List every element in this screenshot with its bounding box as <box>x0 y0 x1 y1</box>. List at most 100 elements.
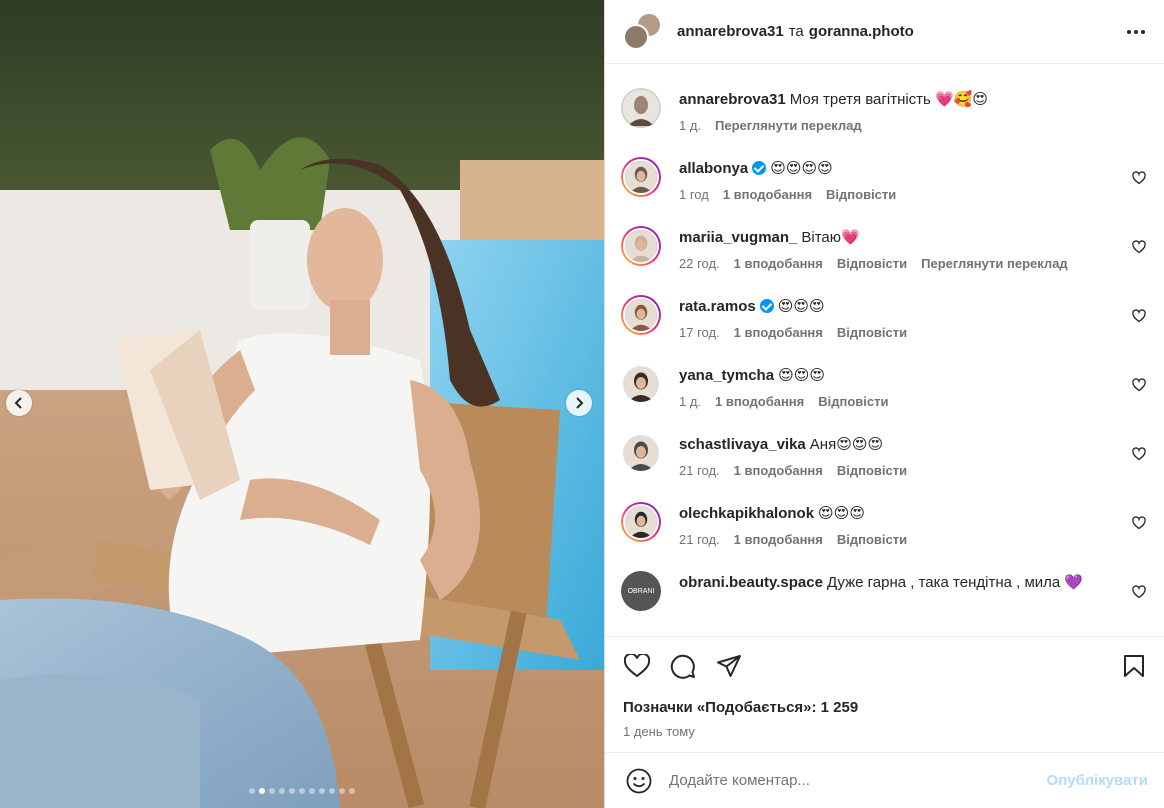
post-photo <box>0 0 604 808</box>
comment-input[interactable] <box>669 772 1037 789</box>
author-username[interactable]: annarebrova31 <box>677 23 784 40</box>
comment-likes[interactable]: 1 вподобання <box>715 394 804 409</box>
comment-likes[interactable]: 1 вподобання <box>734 532 823 547</box>
comment-like-heart-icon[interactable] <box>1132 516 1146 530</box>
comment-likes[interactable]: 1 вподобання <box>723 187 812 202</box>
verified-badge-icon <box>752 161 767 175</box>
post-dialog: annarebrova31 та goranna.photo annarebro… <box>0 0 1164 808</box>
reply-button[interactable]: Відповісти <box>837 325 907 340</box>
comment-likes[interactable]: 1 вподобання <box>734 325 823 340</box>
comment-like-heart-icon[interactable] <box>1132 447 1146 461</box>
comment-text: Вітаю💗 <box>801 229 860 246</box>
comment-like-heart-icon[interactable] <box>1132 309 1146 323</box>
comment-like-heart-icon[interactable] <box>1132 378 1146 392</box>
avatar[interactable] <box>621 433 661 473</box>
publish-comment-button[interactable]: Опублікувати <box>1047 772 1148 789</box>
comment-text: Аня😍😍😍 <box>809 436 884 453</box>
author-avatar[interactable] <box>623 23 649 50</box>
comment-like-heart-icon[interactable] <box>1132 240 1146 254</box>
comment-text: 😍😍😍😍 <box>770 160 833 177</box>
avatar[interactable] <box>621 226 661 266</box>
comment-time[interactable]: 21 год. <box>679 463 720 478</box>
reply-button[interactable]: Відповісти <box>837 532 907 547</box>
reply-button[interactable]: Відповісти <box>826 187 896 202</box>
comment-text: Дуже гарна , така тендітна , мила 💜 <box>826 574 1084 591</box>
reply-button[interactable]: Відповісти <box>837 256 907 271</box>
carousel-next-button[interactable] <box>566 390 592 416</box>
post-side-panel: annarebrova31 та goranna.photo annarebro… <box>604 0 1164 808</box>
comment-username[interactable]: rata.ramos <box>679 298 756 315</box>
avatar[interactable]: OBRANI <box>621 571 661 611</box>
collab-separator: та <box>788 23 804 40</box>
post-caption: annarebrova31 Моя третя вагітність 💗🥰😍 1 … <box>621 64 1148 133</box>
avatar[interactable] <box>621 88 661 128</box>
comment-text: 😍😍😍 <box>777 298 825 315</box>
avatar-logo: OBRANI <box>627 587 655 595</box>
like-button[interactable] <box>623 652 651 680</box>
avatar-image <box>625 299 657 331</box>
comment-username[interactable]: allabonya <box>679 160 748 177</box>
share-button[interactable] <box>715 652 743 680</box>
post-media[interactable] <box>0 0 604 808</box>
comment-text: 😍😍😍 <box>818 505 865 522</box>
carousel-dot <box>259 788 265 794</box>
save-button[interactable] <box>1120 652 1148 680</box>
verified-badge-icon <box>759 299 774 313</box>
comment-username[interactable]: olechkapikhalonok <box>679 505 814 522</box>
carousel-prev-button[interactable] <box>6 390 32 416</box>
comment-like-heart-icon[interactable] <box>1132 171 1146 185</box>
comment-time[interactable]: 21 год. <box>679 532 720 547</box>
avatar[interactable] <box>621 364 661 404</box>
reply-button[interactable]: Відповісти <box>818 394 888 409</box>
post-timestamp[interactable]: 1 день тому <box>623 724 1148 739</box>
add-comment-bar: Опублікувати <box>605 752 1164 808</box>
comment-time[interactable]: 22 год. <box>679 256 720 271</box>
comment-time[interactable]: 17 год. <box>679 325 720 340</box>
carousel-dot <box>249 788 255 794</box>
comment-time[interactable]: 1 год <box>679 187 709 202</box>
post-authors: annarebrova31 та goranna.photo <box>677 23 914 40</box>
comment-username[interactable]: schastlivaya_vika <box>679 436 806 453</box>
comment-username[interactable]: obrani.beauty.space <box>679 574 823 591</box>
caption-time[interactable]: 1 д. <box>679 118 701 133</box>
comment-item: olechkapikhalonok 😍😍😍 21 год. 1 вподобання В… <box>621 478 1148 547</box>
collaborator-username[interactable]: goranna.photo <box>809 23 914 40</box>
comment-username[interactable]: yana_tymcha <box>679 367 774 384</box>
reply-button[interactable]: Відповісти <box>837 463 907 478</box>
more-options-button[interactable] <box>1124 20 1148 44</box>
comment-icon <box>670 654 695 679</box>
avatar-image <box>625 506 657 538</box>
emoji-icon <box>626 768 652 793</box>
likes-count[interactable]: Позначки «Подобається»: 1 259 <box>623 699 1148 716</box>
carousel-dot <box>319 788 325 794</box>
see-translation-link[interactable]: Переглянути переклад <box>921 256 1068 271</box>
post-actions: Позначки «Подобається»: 1 259 1 день том… <box>605 636 1164 739</box>
share-icon <box>717 655 741 677</box>
comments-list[interactable]: annarebrova31 Моя третя вагітність 💗🥰😍 1 … <box>605 64 1164 636</box>
avatar[interactable] <box>621 157 661 197</box>
comment-like-heart-icon[interactable] <box>1132 585 1146 599</box>
comment-item: OBRANI obrani.beauty.space Дуже гарна , та… <box>621 547 1148 611</box>
comment-item: yana_tymcha 😍😍😍 1 д. 1 вподобання Відповісти <box>621 340 1148 409</box>
emoji-button[interactable] <box>625 767 653 795</box>
comment-likes[interactable]: 1 вподобання <box>734 256 823 271</box>
comment-likes[interactable]: 1 вподобання <box>734 463 823 478</box>
bookmark-icon <box>1124 655 1144 677</box>
chevron-left-icon <box>14 397 22 409</box>
avatar[interactable] <box>621 295 661 335</box>
caption-username[interactable]: annarebrova31 <box>679 91 786 108</box>
avatar-image <box>625 230 657 262</box>
heart-icon <box>624 654 650 678</box>
comment-button[interactable] <box>669 652 697 680</box>
comment-time[interactable]: 1 д. <box>679 394 701 409</box>
see-translation-link[interactable]: Переглянути переклад <box>715 118 862 133</box>
comment-item: allabonya 😍😍😍😍 1 год 1 вподобання Відповісти <box>621 133 1148 202</box>
carousel-dot <box>349 788 355 794</box>
comment-username[interactable]: mariia_vugman_ <box>679 229 797 246</box>
carousel-dot <box>309 788 315 794</box>
avatar[interactable] <box>621 502 661 542</box>
comment-text: 😍😍😍 <box>778 367 825 384</box>
comment-item: schastlivaya_vika Аня😍😍😍 21 год. 1 вподобан… <box>621 409 1148 478</box>
more-horizontal-icon <box>1127 29 1145 34</box>
collab-avatars[interactable] <box>623 11 663 52</box>
